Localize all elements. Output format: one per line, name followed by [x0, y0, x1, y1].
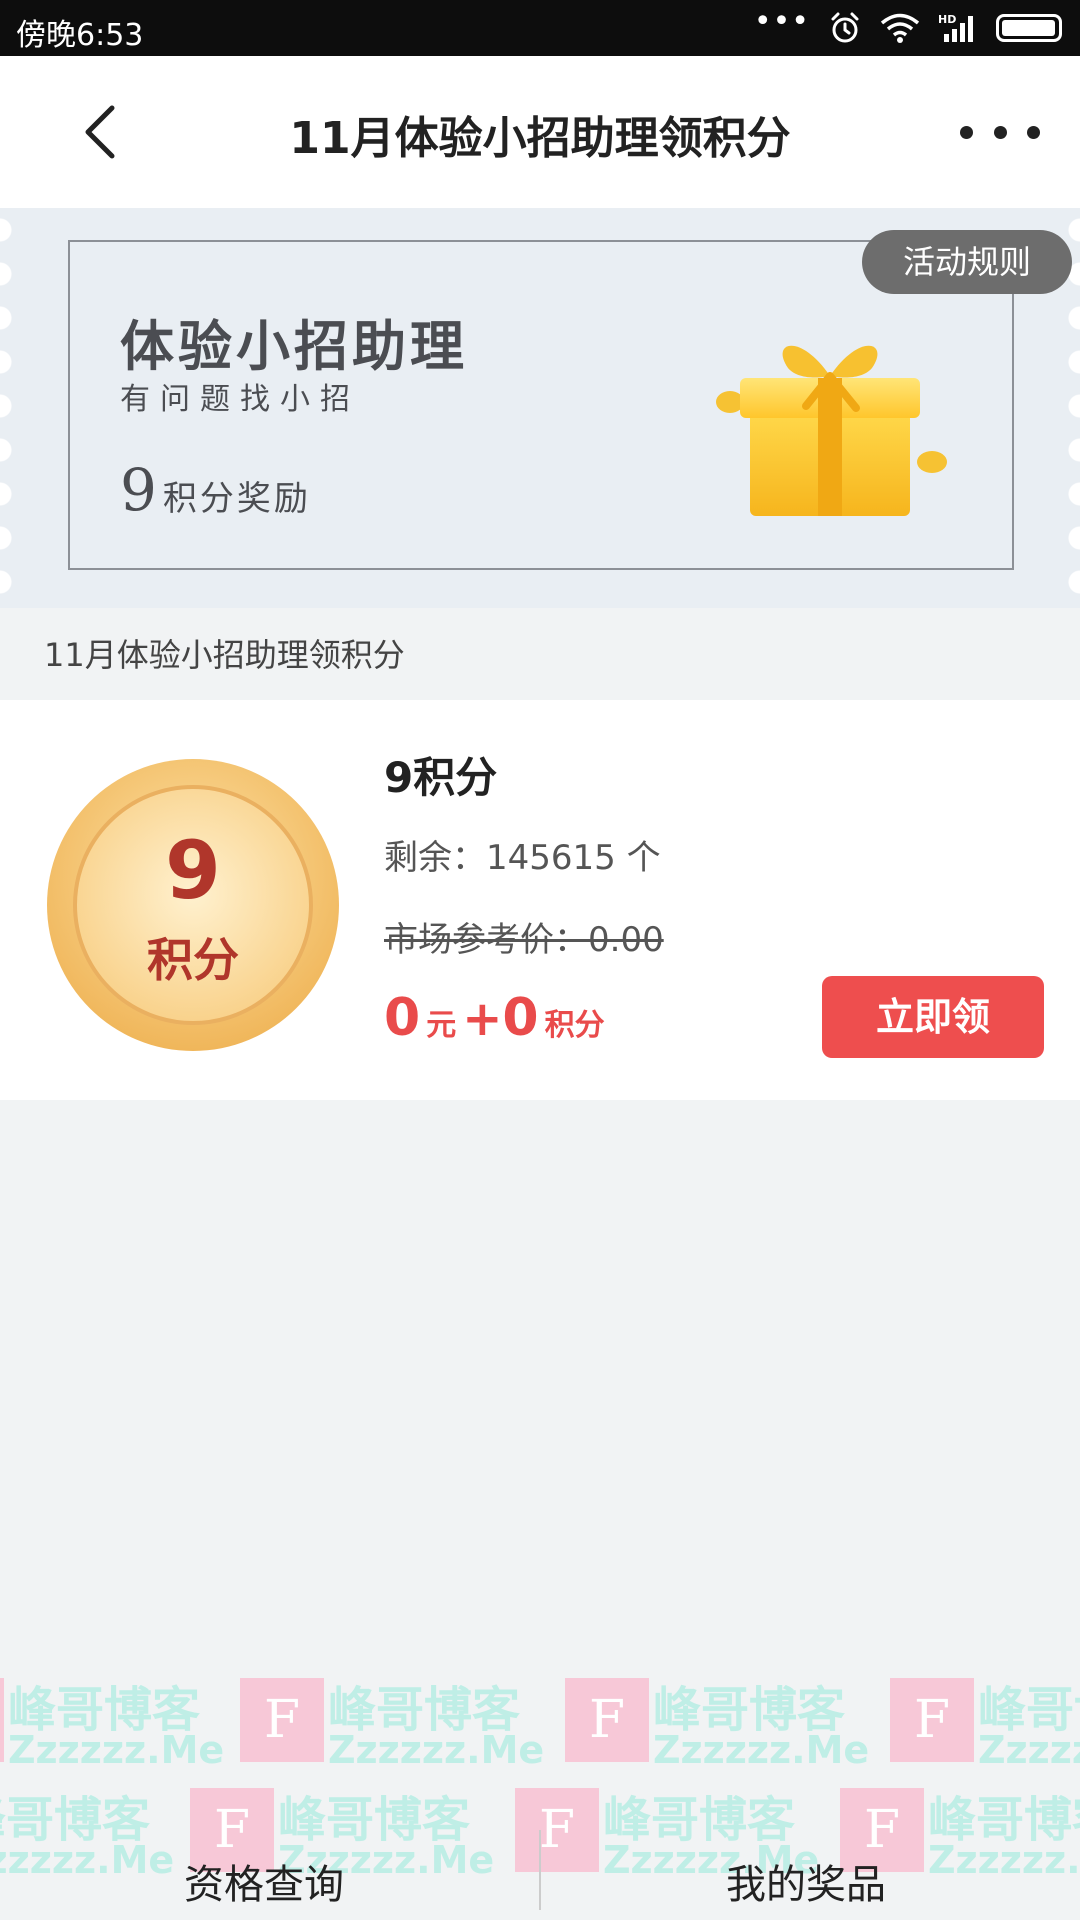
- banner-reward-number: 9: [120, 456, 157, 524]
- signal-icon: HD: [938, 13, 973, 42]
- status-icons: ••• HD: [753, 4, 1062, 48]
- price-points: 0: [502, 988, 539, 1048]
- status-time: 傍晚6:53: [16, 18, 144, 53]
- price-points-unit: 积分: [544, 1008, 605, 1043]
- watermark-unit: F 峰哥博客 Zzzzzz.Me: [0, 1670, 250, 1780]
- watermark-badge: F: [890, 1678, 974, 1762]
- claim-button[interactable]: 立即领: [822, 976, 1044, 1058]
- page-title: 11月体验小招助理领积分: [289, 113, 791, 164]
- watermark-url: Zzzzzz.Me: [978, 1728, 1080, 1772]
- bottom-divider: [539, 1830, 541, 1910]
- price-yuan: 0: [384, 988, 421, 1048]
- more-dot: [993, 125, 1007, 139]
- more-button[interactable]: [960, 96, 1040, 168]
- item-price: 0 元 +0 积分: [384, 988, 611, 1048]
- bottom-bar: 资格查询 我的奖品: [0, 1820, 1080, 1920]
- status-bar: 傍晚6:53 ••• HD: [0, 0, 1080, 56]
- gift-icon: [716, 345, 947, 516]
- points-coin-icon: 9 积分: [47, 759, 339, 1051]
- more-dot: [1027, 125, 1040, 139]
- notification-dots-icon: •••: [753, 4, 810, 39]
- svg-text:HD: HD: [938, 13, 956, 26]
- banner-heading: 体验小招助理: [120, 314, 468, 378]
- watermark-text: 峰哥博客: [8, 1682, 201, 1738]
- watermark-url: Zzzzzz.Me: [8, 1728, 225, 1772]
- banner-card: 体验小招助理 有问题找小招 9 积分奖励: [68, 240, 1014, 570]
- activity-rules-button[interactable]: 活动规则: [862, 230, 1072, 294]
- watermark-text: 峰哥博客: [328, 1682, 521, 1738]
- item-market-price: 市场参考价：0.00: [384, 920, 664, 960]
- watermark-unit: F 峰哥博客 Zzzzzz.Me: [240, 1670, 570, 1780]
- watermark-unit: F 峰哥博客 Zzzzzz.Me: [890, 1670, 1080, 1780]
- banner-subtitle: 有问题找小招: [120, 382, 360, 417]
- coin-number: 9: [165, 824, 221, 917]
- battery-icon: [996, 14, 1062, 42]
- banner-reward: 9 积分奖励: [120, 456, 311, 524]
- banner-scallop-left: [0, 208, 13, 608]
- watermark-text: 峰哥博客: [653, 1682, 846, 1738]
- my-prizes-button[interactable]: 我的奖品: [726, 1852, 886, 1910]
- watermark-badge: F: [0, 1678, 4, 1762]
- item-title: 9积分: [384, 753, 498, 802]
- watermark-text: 峰哥博客: [978, 1682, 1080, 1738]
- alarm-icon: [831, 12, 859, 43]
- watermark-unit: F 峰哥博客 Zzzzzz.Me: [565, 1670, 895, 1780]
- wifi-icon: [880, 13, 920, 43]
- watermark-url: Zzzzzz.Me: [328, 1728, 545, 1772]
- price-yuan-unit: 元: [426, 1008, 457, 1043]
- price-plus: +: [462, 991, 503, 1047]
- watermark-row: F 峰哥博客 Zzzzzz.Me F 峰哥博客 Zzzzzz.Me F 峰哥博客…: [0, 1670, 1080, 1780]
- watermark-url: Zzzzzz.Me: [653, 1728, 870, 1772]
- nav-bar: 11月体验小招助理领积分: [0, 56, 1080, 208]
- banner: 体验小招助理 有问题找小招 9 积分奖励 活动规则: [0, 208, 1080, 608]
- watermark-badge: F: [240, 1678, 324, 1762]
- more-dot: [960, 125, 973, 139]
- section-label: 11月体验小招助理领积分: [44, 636, 405, 674]
- coin-label: 积分: [147, 933, 239, 987]
- watermark-badge: F: [565, 1678, 649, 1762]
- banner-reward-text: 积分奖励: [162, 479, 311, 519]
- reward-card: 9 积分 9积分 剩余：145615 个 市场参考价：0.00 0 元 +0 积分 立…: [0, 700, 1080, 1100]
- eligibility-query-button[interactable]: 资格查询: [184, 1852, 344, 1910]
- item-remaining: 剩余：145615 个: [384, 838, 661, 878]
